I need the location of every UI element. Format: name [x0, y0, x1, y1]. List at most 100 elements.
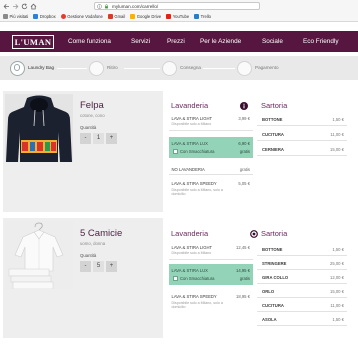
tailoring-item-name: GIRA COLLO	[262, 274, 289, 280]
bookmark-label: Dropbox	[39, 14, 56, 19]
nav-per-le-aziende[interactable]: Per le Aziende	[200, 31, 241, 52]
option-name: LAVA & STIRA LIGHT	[171, 115, 213, 121]
nav-prezzi[interactable]: Prezzi	[167, 31, 185, 52]
option-price: 3,99 €	[238, 115, 250, 121]
option-note: Disponibile solo a Milano, solo a domici…	[171, 187, 223, 197]
step-connector	[57, 67, 87, 69]
vodafone-icon	[60, 14, 66, 19]
step-connector	[124, 67, 160, 69]
stain-removal-price: gratis	[239, 276, 250, 281]
bookmark-gestione-vodafone[interactable]: Gestione Vodafone	[60, 14, 103, 19]
quantity-value[interactable]: 5	[93, 261, 104, 272]
option-name: LAVA & STIRA LUX	[171, 267, 208, 273]
dropbox-icon	[33, 14, 39, 19]
option-price: 5,05 €	[238, 181, 250, 186]
laundry-option-light[interactable]: LAVA & STIRA LIGHT 3,99 € Disponibile so…	[169, 113, 253, 131]
bookmark-piu-visitati[interactable]: Più visitati	[3, 14, 28, 19]
step-label-laundry-bag[interactable]: Laundry Bag	[28, 56, 54, 80]
home-icon[interactable]	[30, 3, 37, 10]
tailoring-item-name: STRINGERE	[262, 260, 287, 266]
bookmark-google-drive[interactable]: Google Drive	[130, 14, 161, 19]
step-laundry-bag-icon[interactable]	[10, 60, 25, 76]
nav-eco-friendly[interactable]: Eco Friendly	[303, 31, 339, 52]
tailoring-item-name: CERNIERA	[262, 146, 284, 152]
step-label-ritiro[interactable]: Ritiro	[107, 56, 118, 80]
option-note: Disponibile solo a Milano	[171, 122, 212, 126]
nav-come-funziona[interactable]: Come funziona	[68, 31, 111, 52]
stain-removal-checkbox[interactable]	[172, 149, 178, 154]
tailoring-item-price: 1,50 €	[332, 246, 344, 252]
tailoring-item-cucitura[interactable]: CUCITURA 11,00 €	[257, 127, 347, 141]
tailoring-title: Sartoria	[261, 101, 288, 110]
site-header: L'UMAN Come funziona Servizi Prezzi Per …	[0, 31, 358, 52]
quantity-decrease-button[interactable]: -	[80, 133, 91, 144]
laundry-option-speedy[interactable]: LAVA & STIRA SPEEDY 5,05 € Disponibile s…	[169, 178, 253, 202]
option-price: 18,95 €	[236, 294, 250, 299]
quantity-increase-button[interactable]: +	[106, 261, 117, 272]
stain-removal-label: Con Smacchiatura	[180, 149, 215, 154]
step-pagamento-icon[interactable]	[237, 60, 252, 76]
info-icon[interactable]	[240, 101, 248, 110]
step-consegna-icon[interactable]	[162, 60, 177, 76]
quantity-decrease-button[interactable]: -	[80, 261, 91, 272]
stain-removal-checkbox[interactable]	[172, 276, 178, 281]
option-note: Disponibile solo a Milano, solo a domici…	[171, 300, 223, 310]
tailoring-item-gira-collo[interactable]: GIRA COLLO 12,00 €	[257, 270, 347, 284]
back-icon[interactable]	[3, 3, 10, 10]
laundry-option-lux[interactable]: LAVA & STIRA LUX 14,95 € Con Smacchiatur…	[169, 264, 253, 285]
option-name: LAVA & STIRA SPEEDY	[171, 294, 217, 299]
info-icon[interactable]	[250, 229, 258, 238]
bookmark-label: Più visitati	[9, 14, 29, 19]
nav-servizi[interactable]: Servizi	[131, 31, 150, 52]
lock-icon	[105, 4, 108, 9]
tailoring-item-stringere[interactable]: STRINGERE 25,00 €	[257, 256, 347, 270]
bookmark-trello[interactable]: Trello	[194, 14, 211, 19]
tailoring-item-orlo[interactable]: ORLO 15,00 €	[257, 284, 347, 298]
tailoring-title: Sartoria	[261, 229, 288, 238]
address-bar[interactable]: myluman.com/carrello/	[94, 2, 260, 10]
stain-removal-price: gratis	[239, 149, 250, 154]
option-price: 14,95 €	[236, 267, 250, 273]
bookmark-gmail[interactable]: Gmail	[107, 14, 126, 19]
gear-icon	[3, 14, 8, 19]
checkout-steps: Laundry Bag Ritiro Consegna Pagamento	[0, 56, 358, 80]
tailoring-item-name: ORLO	[262, 288, 275, 294]
bookmark-youtube[interactable]: YouTube	[166, 14, 189, 19]
laundry-option-light[interactable]: LAVA & STIRA LIGHT 12,45 € Disponibile s…	[169, 242, 253, 260]
tailoring-item-cucitura[interactable]: CUCITURA 11,00 €	[257, 298, 347, 312]
option-price: 6,90 €	[238, 140, 250, 146]
step-label-pagamento[interactable]: Pagamento	[255, 56, 279, 80]
laundry-option-none[interactable]: NO LAVANDERIA gratis	[169, 163, 253, 175]
tailoring-item-bottone[interactable]: BOTTONE 1,50 €	[257, 112, 347, 126]
bookmark-dropbox[interactable]: Dropbox	[33, 14, 56, 19]
bookmark-label: Google Drive	[136, 14, 162, 19]
laundry-option-speedy[interactable]: LAVA & STIRA SPEEDY 18,95 € Disponibile …	[169, 291, 253, 315]
info-icon[interactable]	[97, 4, 102, 9]
site-logo[interactable]: L'UMAN	[12, 34, 54, 49]
option-price: gratis	[239, 166, 250, 172]
tailoring-item-cerniera[interactable]: CERNIERA 15,00 €	[257, 142, 347, 156]
tailoring-item-bottone[interactable]: BOTTONE 1,50 €	[257, 242, 347, 256]
option-name: NO LAVANDERIA	[171, 166, 205, 172]
tailoring-item-asola[interactable]: ASOLA 1,50 €	[257, 312, 347, 326]
forward-icon[interactable]	[12, 3, 19, 10]
product-title: Felpa	[80, 100, 104, 111]
tailoring-item-price: 1,50 €	[332, 116, 344, 122]
step-ritiro-icon[interactable]	[89, 60, 104, 76]
option-name: LAVA & STIRA LUX	[171, 140, 208, 146]
tailoring-item-name: CUCITURA	[262, 302, 284, 308]
quantity-increase-button[interactable]: +	[106, 133, 117, 144]
quantity-value[interactable]: 1	[93, 133, 104, 144]
laundry-option-lux[interactable]: LAVA & STIRA LUX 6,90 € Con Smacchiatura…	[169, 137, 253, 158]
nav-sociale[interactable]: Sociale	[262, 31, 283, 52]
step-connector	[203, 67, 235, 69]
tailoring-item-price: 11,00 €	[330, 131, 344, 137]
tailoring-item-name: ASOLA	[262, 316, 277, 322]
laundry-title: Lavanderia	[171, 229, 209, 238]
option-name: LAVA & STIRA LIGHT	[171, 244, 213, 250]
step-label-consegna[interactable]: Consegna	[180, 56, 201, 80]
reload-icon[interactable]	[21, 3, 28, 10]
bookmark-label: Gmail	[114, 14, 126, 19]
option-name: LAVA & STIRA SPEEDY	[171, 181, 217, 186]
hoodie-photo	[5, 94, 73, 162]
